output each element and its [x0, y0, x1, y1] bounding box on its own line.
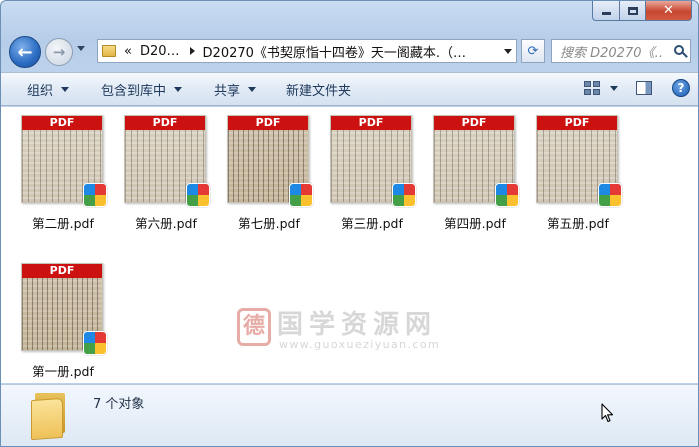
mouse-cursor-icon: [601, 403, 614, 423]
recent-pages-dropdown-icon[interactable]: [77, 46, 85, 51]
watermark-url: www.guoxueziyuan.com: [279, 338, 441, 351]
pdf-thumbnail-header: PDF: [22, 264, 102, 278]
pdf-icon: [392, 183, 416, 207]
pdf-thumbnail-header: PDF: [228, 116, 308, 130]
share-menu[interactable]: 共享: [214, 80, 257, 99]
file-name: 第七册.pdf: [238, 216, 300, 231]
close-icon: ✕: [663, 3, 674, 18]
pdf-thumbnail-header: PDF: [537, 116, 617, 130]
new-folder-button[interactable]: 新建文件夹: [286, 80, 351, 99]
forward-button[interactable]: →: [45, 38, 73, 66]
file-name: 第二册.pdf: [32, 216, 94, 231]
refresh-button[interactable]: ⟳: [521, 39, 545, 63]
address-bar[interactable]: « D20… D20270《书契原恉十四卷》天一阁藏本.（…: [97, 39, 517, 63]
pdf-thumbnail-header: PDF: [434, 116, 514, 130]
forward-arrow-icon: →: [52, 43, 66, 61]
chevron-right-icon[interactable]: [189, 47, 195, 55]
file-name: 第四册.pdf: [444, 216, 506, 231]
search-input[interactable]: 搜索 D20270《…: [560, 42, 664, 61]
file-name: 第一册.pdf: [32, 364, 94, 379]
maximize-button[interactable]: [619, 1, 646, 21]
include-in-library-label: 包含到库中: [101, 83, 167, 99]
preview-pane-icon[interactable]: [636, 81, 652, 95]
refresh-icon: ⟳: [527, 43, 539, 59]
pdf-icon: [186, 183, 210, 207]
new-folder-label: 新建文件夹: [286, 83, 352, 99]
search-box[interactable]: 搜索 D20270《…: [551, 39, 691, 63]
chevron-down-icon: [61, 86, 70, 92]
pdf-thumbnail-header: PDF: [22, 116, 102, 130]
file-name: 第五册.pdf: [547, 216, 609, 231]
address-overflow[interactable]: «: [124, 44, 132, 59]
watermark-text: 国学资源网: [277, 310, 438, 340]
chevron-down-icon: [174, 86, 183, 92]
chevron-down-icon[interactable]: [504, 49, 512, 54]
organize-menu[interactable]: 组织: [27, 80, 70, 99]
view-controls: ?: [584, 79, 690, 97]
pdf-icon: [83, 183, 107, 207]
pdf-thumbnail-header: PDF: [331, 116, 411, 130]
command-bar: 组织 包含到库中 共享 新建文件夹 ?: [1, 72, 698, 106]
back-button[interactable]: ←: [9, 36, 41, 68]
pdf-icon: [83, 331, 107, 355]
chevron-down-icon: [248, 86, 257, 92]
file-name: 第六册.pdf: [135, 216, 197, 231]
include-in-library-menu[interactable]: 包含到库中: [101, 80, 183, 99]
folder-icon: [31, 391, 71, 441]
organize-label: 组织: [27, 83, 54, 99]
navigation-bar: ← → « D20… D20270《书契原恉十四卷》天一阁藏本.（… ⟳ 搜索 …: [1, 34, 698, 68]
file-list: PDF 第二册.pdf PDF 第六册.pdf PDF 第七册.pdf PDF …: [1, 107, 698, 383]
back-arrow-icon: ←: [17, 41, 33, 63]
pdf-thumbnail-header: PDF: [125, 116, 205, 130]
caption-buttons: ✕: [592, 1, 692, 21]
chevron-down-icon[interactable]: [610, 85, 618, 91]
details-pane: 7 个对象: [1, 384, 698, 446]
pdf-icon: [495, 183, 519, 207]
watermark-seal: 德: [237, 308, 271, 346]
item-count: 7 个对象: [93, 397, 145, 412]
file-name: 第三册.pdf: [341, 216, 403, 231]
address-segment-current[interactable]: D20270《书契原恉十四卷》天一阁藏本.（…: [203, 42, 467, 61]
explorer-window: ✕ ← → « D20… D20270《书契原恉十四卷》天一阁藏本.（… ⟳ 搜…: [0, 0, 699, 447]
folder-icon: [102, 45, 116, 57]
pdf-icon: [289, 183, 313, 207]
search-icon: [674, 45, 684, 55]
change-view-icon[interactable]: [584, 81, 600, 95]
maximize-icon: [627, 6, 638, 15]
minimize-button[interactable]: [592, 1, 619, 21]
pdf-icon: [598, 183, 622, 207]
share-label: 共享: [214, 83, 241, 99]
minimize-icon: [601, 12, 611, 15]
help-icon[interactable]: ?: [672, 79, 690, 97]
address-segment-parent[interactable]: D20…: [140, 44, 180, 59]
close-button[interactable]: ✕: [646, 1, 692, 21]
watermark: 德 国学资源网 www.guoxueziyuan.com: [237, 304, 459, 354]
